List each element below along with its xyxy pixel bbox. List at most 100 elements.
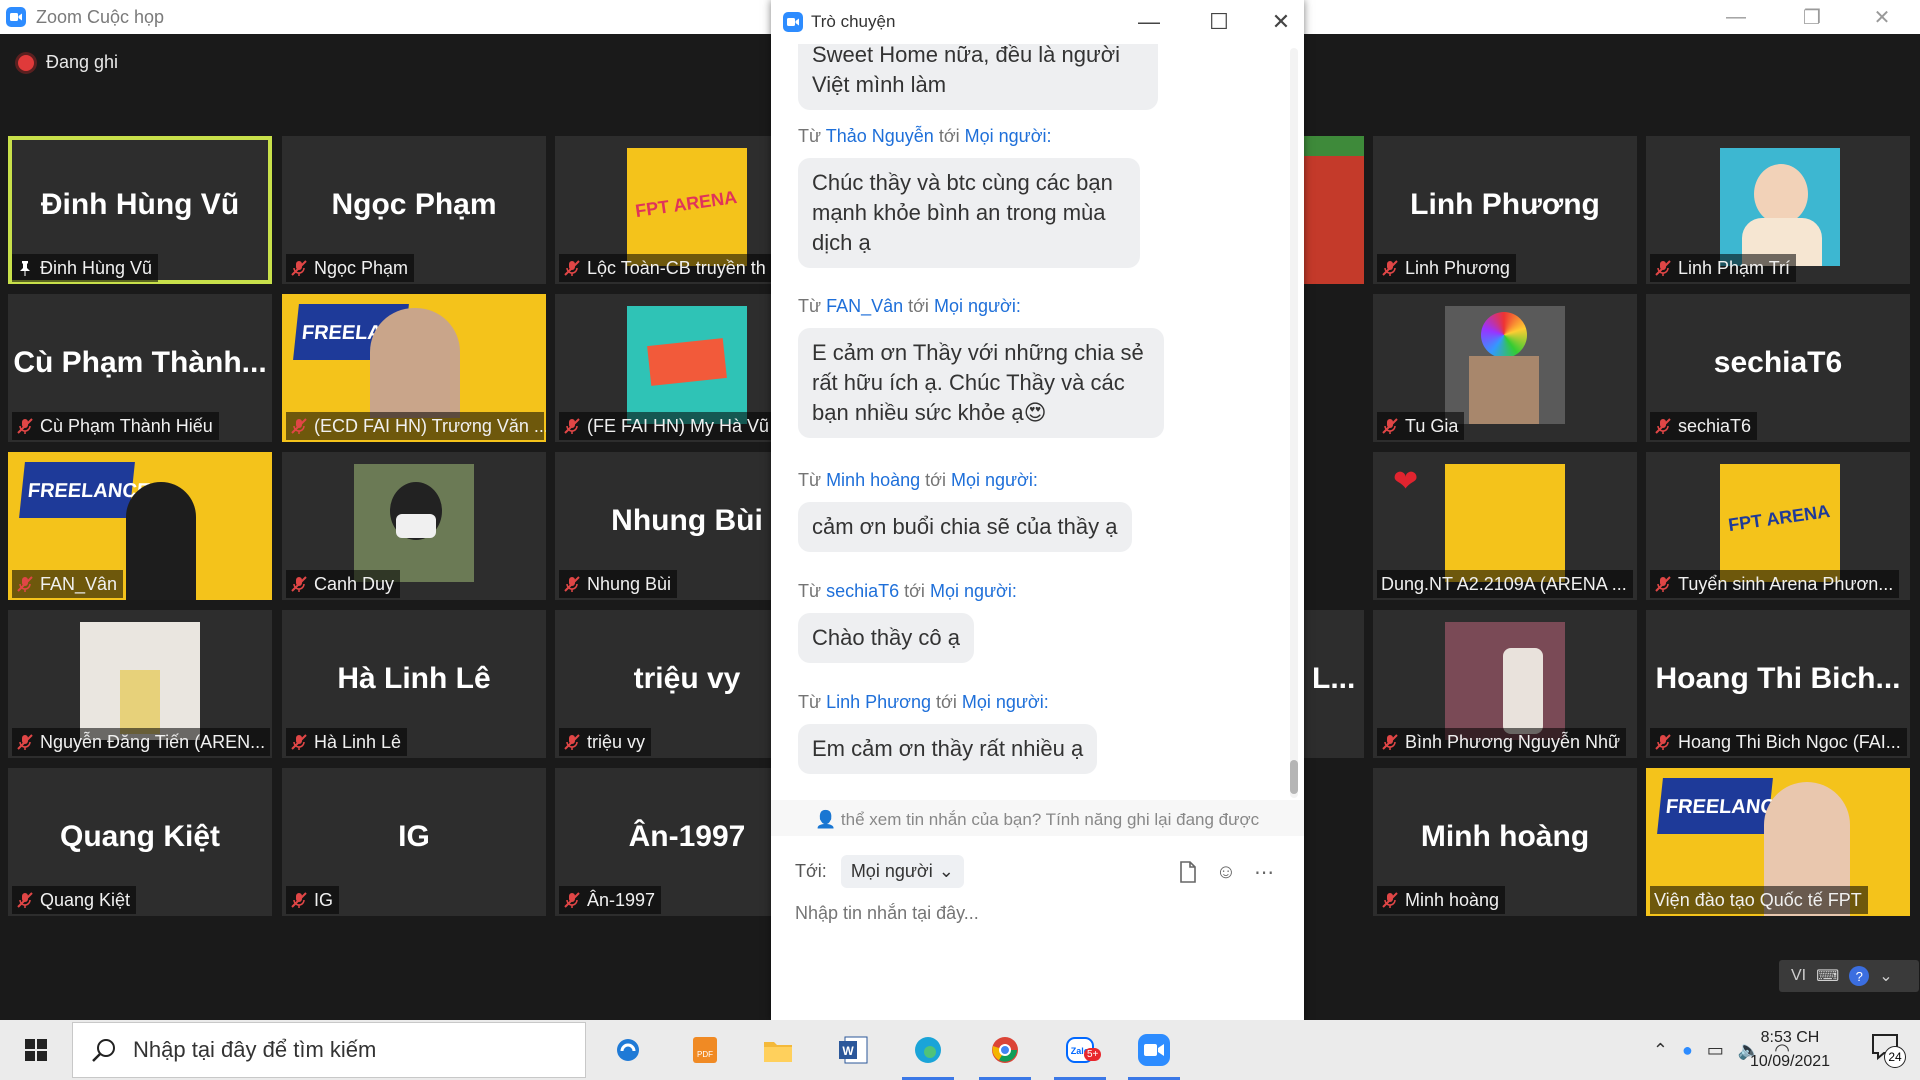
search-icon xyxy=(92,1039,115,1062)
recording-label: Đang ghi xyxy=(46,52,119,72)
profile-photo xyxy=(1445,622,1565,740)
video-tile[interactable]: Tu Gia xyxy=(1373,294,1637,442)
video-tile[interactable]: Đinh Hùng Vũ Đinh Hùng Vũ xyxy=(8,136,272,284)
zoom-tray-icon[interactable]: ● xyxy=(1682,1040,1693,1061)
chevron-down-icon: ⌄ xyxy=(938,861,954,881)
speaker-face-image xyxy=(370,308,460,418)
recipient-dropdown[interactable]: Mọi người ⌄ xyxy=(840,855,964,888)
chat-message-meta: Từ sechiaT6 tới Mọi người: xyxy=(798,581,1017,601)
more-options-icon[interactable]: ⋯ xyxy=(1252,860,1276,884)
taskbar-app-zoom-icon[interactable] xyxy=(1124,1020,1184,1080)
mic-muted-icon xyxy=(564,892,580,908)
participant-big-name: Minh hoàng xyxy=(1420,820,1590,853)
video-tile[interactable]: Cù Phạm Thành... Cù Phạm Thành Hiếu xyxy=(8,294,272,442)
sender-link[interactable]: Minh hoàng xyxy=(826,470,920,490)
arena-multimedia-image xyxy=(1445,464,1565,582)
zoom-app-icon xyxy=(6,7,26,27)
taskbar-search[interactable]: Nhập tại đây để tìm kiếm xyxy=(72,1022,586,1078)
notification-center-icon[interactable]: 24 xyxy=(1870,1032,1910,1072)
sender-link[interactable]: FAN_Vân xyxy=(826,296,903,316)
recording-indicator[interactable]: Đang ghi xyxy=(18,52,118,73)
sender-link[interactable]: sechiaT6 xyxy=(826,581,899,601)
mic-muted-icon xyxy=(17,734,33,750)
taskbar-app-word-icon[interactable]: W xyxy=(823,1020,883,1080)
video-tile[interactable]: FREELANCER FAN_Vân xyxy=(8,452,272,600)
chat-maximize-button[interactable]: ☐ xyxy=(1199,4,1239,40)
video-tile[interactable]: L... xyxy=(1304,610,1364,758)
chat-title: Trò chuyện xyxy=(811,12,896,31)
video-tile[interactable]: sechiaT6 sechiaT6 xyxy=(1646,294,1910,442)
chat-close-button[interactable]: ✕ xyxy=(1261,4,1301,40)
chevron-icon[interactable]: ⌄ xyxy=(1879,966,1892,986)
keyboard-icon[interactable]: ⌨ xyxy=(1816,966,1839,986)
start-button[interactable] xyxy=(0,1020,72,1080)
windows-logo-icon xyxy=(25,1039,47,1061)
close-button[interactable]: ✕ xyxy=(1852,0,1912,34)
video-tile[interactable]: Linh Phương Linh Phương xyxy=(1373,136,1637,284)
participant-big-name: Cù Phạm Thành... xyxy=(13,346,267,379)
taskbar-app-pdf-icon[interactable]: PDF xyxy=(675,1020,735,1080)
notification-count: 24 xyxy=(1884,1046,1906,1068)
language-toolbar[interactable]: VI ⌨ ? ⌄ xyxy=(1779,960,1919,992)
video-tile[interactable]: Minh hoàng Minh hoàng xyxy=(1373,768,1637,916)
taskbar-app-chrome-icon[interactable] xyxy=(975,1020,1035,1080)
chat-scrollbar[interactable] xyxy=(1290,48,1298,798)
participant-name-tag: Tu Gia xyxy=(1377,412,1465,440)
profile-photo xyxy=(1720,148,1840,266)
mic-muted-icon xyxy=(564,576,580,592)
video-tile[interactable]: Hoang Thi Bich... Hoang Thi Bich Ngoc (F… xyxy=(1646,610,1910,758)
chat-window[interactable]: Trò chuyện — ☐ ✕ Sweet Home nữa, đều là … xyxy=(771,0,1304,1020)
participant-name-tag: Quang Kiệt xyxy=(12,886,137,914)
video-tile[interactable]: FREELANCER (ECD FAI HN) Trương Văn ... xyxy=(282,294,546,442)
svg-text:PDF: PDF xyxy=(697,1050,713,1059)
video-tile[interactable]: Canh Duy xyxy=(282,452,546,600)
video-tile[interactable]: Hà Linh Lê Hà Linh Lê xyxy=(282,610,546,758)
participant-name-tag: Cù Phạm Thành Hiếu xyxy=(12,412,219,440)
mic-muted-icon xyxy=(17,892,33,908)
file-icon[interactable] xyxy=(1176,860,1200,884)
participant-name-tag: Canh Duy xyxy=(286,570,401,598)
video-tile[interactable]: Bình Phương Nguyễn Nhữ xyxy=(1373,610,1637,758)
video-tile[interactable]: Quang Kiệt Quang Kiệt xyxy=(8,768,272,916)
mic-muted-icon xyxy=(291,576,307,592)
video-tile[interactable] xyxy=(1304,136,1364,284)
video-tile[interactable]: FPT ARENA Tuyển sinh Arena Phươn... xyxy=(1646,452,1910,600)
minimize-button[interactable]: — xyxy=(1706,0,1766,34)
participant-name-tag: sechiaT6 xyxy=(1650,412,1758,440)
chat-minimize-button[interactable]: — xyxy=(1129,4,1169,40)
video-tile[interactable]: ❤ Dung.NT A2.2109A (ARENA ... xyxy=(1373,452,1637,600)
pin-icon xyxy=(20,261,30,276)
sender-link[interactable]: Thảo Nguyễn xyxy=(826,126,934,146)
chat-scrollbar-thumb[interactable] xyxy=(1290,760,1298,794)
freelancer-banner-image: FREELANCER xyxy=(1657,778,1804,834)
video-tile-active-speaker[interactable]: FREELANCER Viện đào tạo Quốc tế FPT xyxy=(1646,768,1910,916)
participant-name-tag: FAN_Vân xyxy=(12,570,124,598)
chat-messages[interactable]: Sweet Home nữa, đều là người Việt mình l… xyxy=(771,44,1304,800)
participant-big-name: L... xyxy=(1312,662,1356,695)
svg-text:W: W xyxy=(842,1044,854,1058)
zoom-app-icon xyxy=(783,12,803,32)
mic-muted-icon xyxy=(1655,734,1671,750)
participant-name-tag: Viện đào tạo Quốc tế FPT xyxy=(1650,886,1868,914)
video-tile[interactable]: Linh Phạm Trí xyxy=(1646,136,1910,284)
help-icon[interactable]: ? xyxy=(1849,966,1870,986)
taskbar-app-file-explorer-icon[interactable] xyxy=(748,1020,808,1080)
taskbar-app-edge-legacy-icon[interactable] xyxy=(598,1020,658,1080)
chevron-up-icon[interactable]: ⌃ xyxy=(1653,1040,1668,1061)
video-tile[interactable]: Nguyễn Đăng Tiến (AREN... xyxy=(8,610,272,758)
taskbar-app-edge-icon[interactable] xyxy=(898,1020,958,1080)
taskbar-clock[interactable]: 8:53 CH 10/09/2021 xyxy=(1720,1026,1860,1074)
clock-time: 8:53 CH xyxy=(1760,1029,1820,1046)
restore-button[interactable]: ❐ xyxy=(1782,0,1842,34)
chat-bubble: E cảm ơn Thầy với những chia sẻ rất hữu … xyxy=(798,328,1164,438)
emoji-icon[interactable]: ☺ xyxy=(1214,860,1238,884)
video-tile[interactable]: Ngọc Phạm Ngọc Phạm xyxy=(282,136,546,284)
taskbar-app-zalo-icon[interactable]: Zalo 5+ xyxy=(1050,1020,1110,1080)
football-image xyxy=(1304,156,1364,284)
participant-name-tag: (ECD FAI HN) Trương Văn ... xyxy=(286,412,546,440)
chat-message-input[interactable] xyxy=(795,903,1275,924)
sender-link[interactable]: Linh Phương xyxy=(826,692,931,712)
mic-muted-icon xyxy=(564,260,580,276)
mic-muted-icon xyxy=(291,734,307,750)
video-tile[interactable]: IG IG xyxy=(282,768,546,916)
